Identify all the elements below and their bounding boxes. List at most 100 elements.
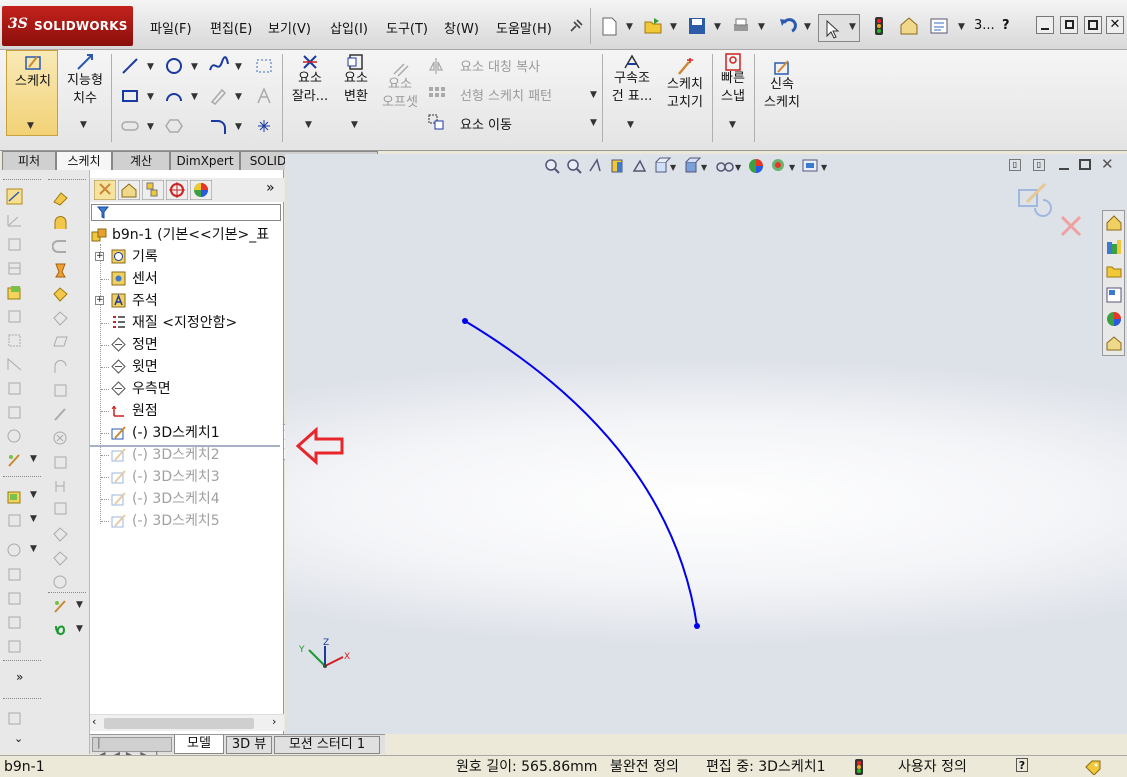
menu-view[interactable]: 보기(V) [268,18,311,37]
surface-cut-icon[interactable] [52,574,69,591]
chevron-down-icon[interactable]: ▼ [626,22,633,32]
move-entities-label[interactable]: 요소 이동 [460,114,512,133]
chevron-down-icon[interactable]: ▼ [670,22,677,32]
dimxpert-tab-icon[interactable] [166,180,188,200]
wrap-icon[interactable] [6,404,23,421]
chevron-down-icon[interactable]: ▼ [147,122,154,132]
mid-surface-icon[interactable] [52,550,69,567]
tab-evaluate[interactable]: 계산 [112,151,170,170]
split-line-icon[interactable] [6,260,23,277]
more-tabs-icon[interactable]: » [266,180,275,196]
chevron-down-icon[interactable]: ▼ [76,624,83,634]
rollback-bar[interactable] [90,445,280,447]
replace-face-icon[interactable] [52,454,69,471]
sketch-button[interactable]: 스케치 ▼ [6,50,58,136]
arc-icon[interactable] [164,86,184,106]
ruled-surface-icon[interactable] [52,382,69,399]
surface-loft-icon[interactable] [52,262,69,279]
chevron-down-icon[interactable]: ▼ [804,22,811,32]
new-document-icon[interactable] [598,15,620,37]
print-icon[interactable] [730,15,752,37]
scrollbar-thumb[interactable] [104,718,254,729]
cut-icon[interactable] [6,332,23,349]
status-help[interactable]: ? [1016,758,1028,772]
chevron-down-icon[interactable]: ▼ [714,22,721,32]
document-tab-label[interactable]: 3... [974,18,995,33]
sweep-icon[interactable] [6,356,23,373]
surface-icon[interactable] [52,190,69,207]
helix-icon[interactable] [52,622,69,639]
menu-window[interactable]: 창(W) [444,18,479,37]
menu-insert[interactable]: 삽입(I) [330,18,368,37]
chevron-down-icon[interactable]: ▼ [191,62,198,72]
featuremanager-tab-icon[interactable] [94,180,116,200]
quick-snaps-button[interactable]: 빠른 스냅 ▼ [714,50,752,136]
tab-model[interactable]: 모델 [174,735,224,754]
file-properties-icon[interactable] [898,15,920,37]
hole-icon[interactable] [6,566,23,583]
file-explorer-icon[interactable] [1105,262,1123,280]
rebuild-traffic-light-icon[interactable] [868,15,890,37]
open-folder-icon[interactable] [642,15,664,37]
help-button[interactable]: ? [1002,18,1010,33]
menu-tools[interactable]: 도구(T) [386,18,428,37]
fillet-icon[interactable] [208,116,228,136]
pin-icon[interactable] [568,18,584,34]
chevron-down-icon[interactable]: ▼ [235,122,242,132]
loft-icon[interactable] [6,380,23,397]
trim-entities-button[interactable]: 요소 잘라... ▼ [288,50,332,136]
polygon-icon[interactable] [164,116,184,136]
surface-sweep-icon[interactable] [52,238,69,255]
boss-extrude-icon[interactable] [6,488,23,505]
status-editing[interactable]: 편집 중: 3D스케치1 [706,756,826,777]
planar-surface-icon[interactable] [52,334,69,351]
point-icon[interactable] [256,118,272,134]
expand-toggle-icon[interactable]: + [95,296,104,305]
dome-icon[interactable] [6,638,23,655]
design-library-icon[interactable] [1105,238,1123,256]
shell-icon[interactable] [6,308,23,325]
tab-scroll-buttons[interactable]: |◀◀▶▶| [92,736,172,762]
display-manager-tab-icon[interactable] [190,180,212,200]
scroll-right-icon[interactable]: › [272,715,276,728]
expand-toggle-icon[interactable]: + [95,252,104,261]
tab-sketch[interactable]: 스케치 [56,151,112,171]
propertymanager-tab-icon[interactable] [118,180,140,200]
tree-horizontal-scrollbar[interactable]: ‹ › [90,714,284,731]
rebuild-status-icon[interactable] [854,758,864,776]
chevron-down-icon[interactable]: ▼ [30,514,37,524]
extrude-icon[interactable] [6,284,23,301]
select-button[interactable]: ▼ [818,14,860,42]
restore-button[interactable] [1060,16,1078,34]
view-palette-icon[interactable] [1105,286,1123,304]
convert-entities-button[interactable]: 요소 변환 ▼ [334,50,378,136]
untrim-icon[interactable] [52,526,69,543]
move-entities-icon[interactable] [426,112,446,132]
line-icon[interactable] [120,56,140,76]
options-icon[interactable] [928,15,950,37]
chevron-down-icon[interactable]: ▼ [30,490,37,500]
solidworks-logo[interactable]: 3S SOLIDWORKS [2,6,133,46]
rib-icon[interactable] [6,614,23,631]
expand-toolbar-icon[interactable]: » [16,670,23,684]
maximize-button[interactable] [1084,16,1102,34]
minimize-button[interactable] [1036,16,1054,34]
chevron-down-icon[interactable]: ▼ [147,92,154,102]
fillet-feature-icon[interactable] [6,428,23,445]
tree-filter-input[interactable] [91,204,281,221]
chevron-down-icon[interactable]: ▼ [30,454,37,464]
grid-display-icon[interactable] [254,56,274,76]
offset-surface-icon[interactable] [52,358,69,375]
smart-dimension-button[interactable]: 지능형 치수 ▼ [62,50,108,136]
filled-surface-icon[interactable] [52,310,69,327]
menu-file[interactable]: 파일(F) [150,18,192,37]
tab-dimxpert[interactable]: DimXpert [170,151,240,170]
rapid-sketch-button[interactable]: 신속 스케치 [758,50,806,136]
curves-icon[interactable] [52,598,69,615]
chevron-down-icon[interactable]: ▼ [235,92,242,102]
slot-icon[interactable] [120,116,140,136]
tab-motion-study[interactable]: 모션 스터디 1 [274,736,380,754]
close-button[interactable]: ✕ [1106,16,1124,34]
status-units[interactable]: 사용자 정의 [898,756,967,777]
chevron-down-icon[interactable]: ▼ [758,22,765,32]
